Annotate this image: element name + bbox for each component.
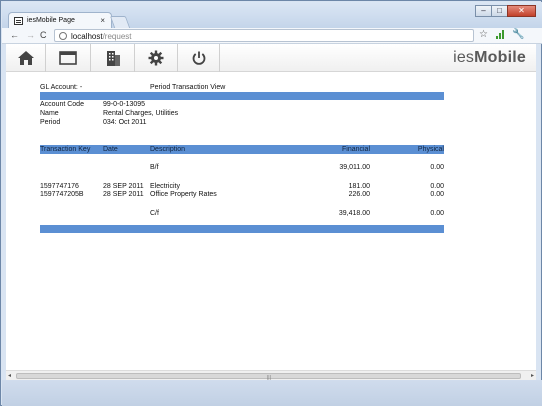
field-label: Name: [40, 110, 59, 117]
logout-button[interactable]: [178, 44, 220, 72]
globe-icon: [59, 32, 67, 40]
address-bar[interactable]: localhost/request: [54, 29, 474, 42]
column-header-date: Date: [103, 146, 118, 153]
back-button[interactable]: ←: [10, 30, 19, 41]
title-bar: iesMobile Page × ‒ □ ✕: [2, 2, 542, 29]
building-button[interactable]: [91, 44, 135, 72]
row-financial: 181.00: [348, 183, 370, 190]
row-financial: 39,011.00: [339, 164, 370, 171]
row-description: B/f: [150, 164, 159, 171]
window-bottom-border: [2, 380, 542, 406]
scroll-right-arrow-icon[interactable]: ▸: [531, 372, 534, 379]
horizontal-scrollbar[interactable]: ◂ ||| ▸: [6, 370, 536, 381]
column-header-description: Description: [150, 146, 186, 153]
app-toolbar: iesMobile: [6, 44, 536, 72]
settings-button[interactable]: [135, 44, 178, 72]
tab-title: iesMobile Page: [27, 17, 75, 24]
column-header-key: Transaction Key: [40, 146, 91, 153]
row-key: 1597747176: [40, 183, 79, 190]
window-icon: [59, 51, 77, 65]
row-physical: 0.00: [430, 191, 444, 198]
browser-window: iesMobile Page × ‒ □ ✕ ← → C localhost/r…: [0, 0, 542, 406]
row-description: Electricity: [150, 183, 180, 190]
power-icon: [192, 51, 205, 65]
column-header-financial: Financial: [341, 146, 370, 153]
field-label: Period: [40, 119, 61, 126]
scroll-left-arrow-icon[interactable]: ◂: [8, 372, 11, 379]
home-icon: [17, 51, 34, 65]
forward-button[interactable]: →: [26, 30, 35, 41]
wrench-menu-icon[interactable]: 🔧: [512, 29, 524, 40]
gear-icon: [148, 50, 164, 66]
window-button[interactable]: [46, 44, 91, 72]
row-physical: 0.00: [430, 183, 444, 190]
period-value: 034: Oct 2011: [103, 119, 147, 126]
row-physical: 0.00: [430, 164, 444, 171]
tab-iesmobile[interactable]: iesMobile Page ×: [8, 12, 112, 29]
page-viewport: iesMobile GL Account: - Period Transacti…: [6, 44, 536, 370]
signal-extension-icon[interactable]: [496, 30, 505, 39]
bookmark-star-icon[interactable]: ☆: [479, 29, 488, 40]
maximize-button[interactable]: □: [491, 5, 508, 17]
footer-bar: [40, 225, 444, 233]
home-button[interactable]: [6, 44, 46, 72]
field-label: Account Code: [40, 101, 84, 108]
close-window-button[interactable]: ✕: [507, 5, 536, 17]
tab-close-button[interactable]: ×: [100, 16, 105, 25]
row-description: C/f: [150, 210, 159, 217]
view-title: Period Transaction View: [150, 84, 226, 91]
scrollbar-thumb[interactable]: |||: [16, 373, 521, 381]
minimize-button[interactable]: ‒: [475, 5, 492, 17]
gl-account-label: GL Account: -: [40, 84, 83, 91]
reload-button[interactable]: C: [40, 30, 47, 41]
account-code-value: 99-0-0-13095: [103, 101, 146, 108]
row-financial: 39,418.00: [338, 210, 370, 217]
header-bar: [40, 92, 444, 100]
browser-toolbar: ← → C localhost/request ☆ 🔧: [2, 28, 542, 44]
row-financial: 226.00: [348, 191, 370, 198]
row-physical: 0.00: [430, 210, 444, 217]
building-icon: [106, 51, 120, 66]
name-value: Rental Charges, Utilities: [103, 110, 179, 117]
row-date: 28 SEP 2011: [103, 191, 144, 198]
row-description: Office Property Rates: [150, 191, 217, 198]
row-key: 1597747205B: [40, 191, 84, 198]
page-icon: [14, 17, 23, 25]
url-text[interactable]: localhost/request: [71, 32, 131, 41]
column-header-physical: Physical: [417, 146, 444, 153]
new-tab-button[interactable]: [109, 16, 131, 28]
row-date: 28 SEP 2011: [103, 183, 144, 190]
brand-logo: iesMobile: [453, 49, 526, 66]
